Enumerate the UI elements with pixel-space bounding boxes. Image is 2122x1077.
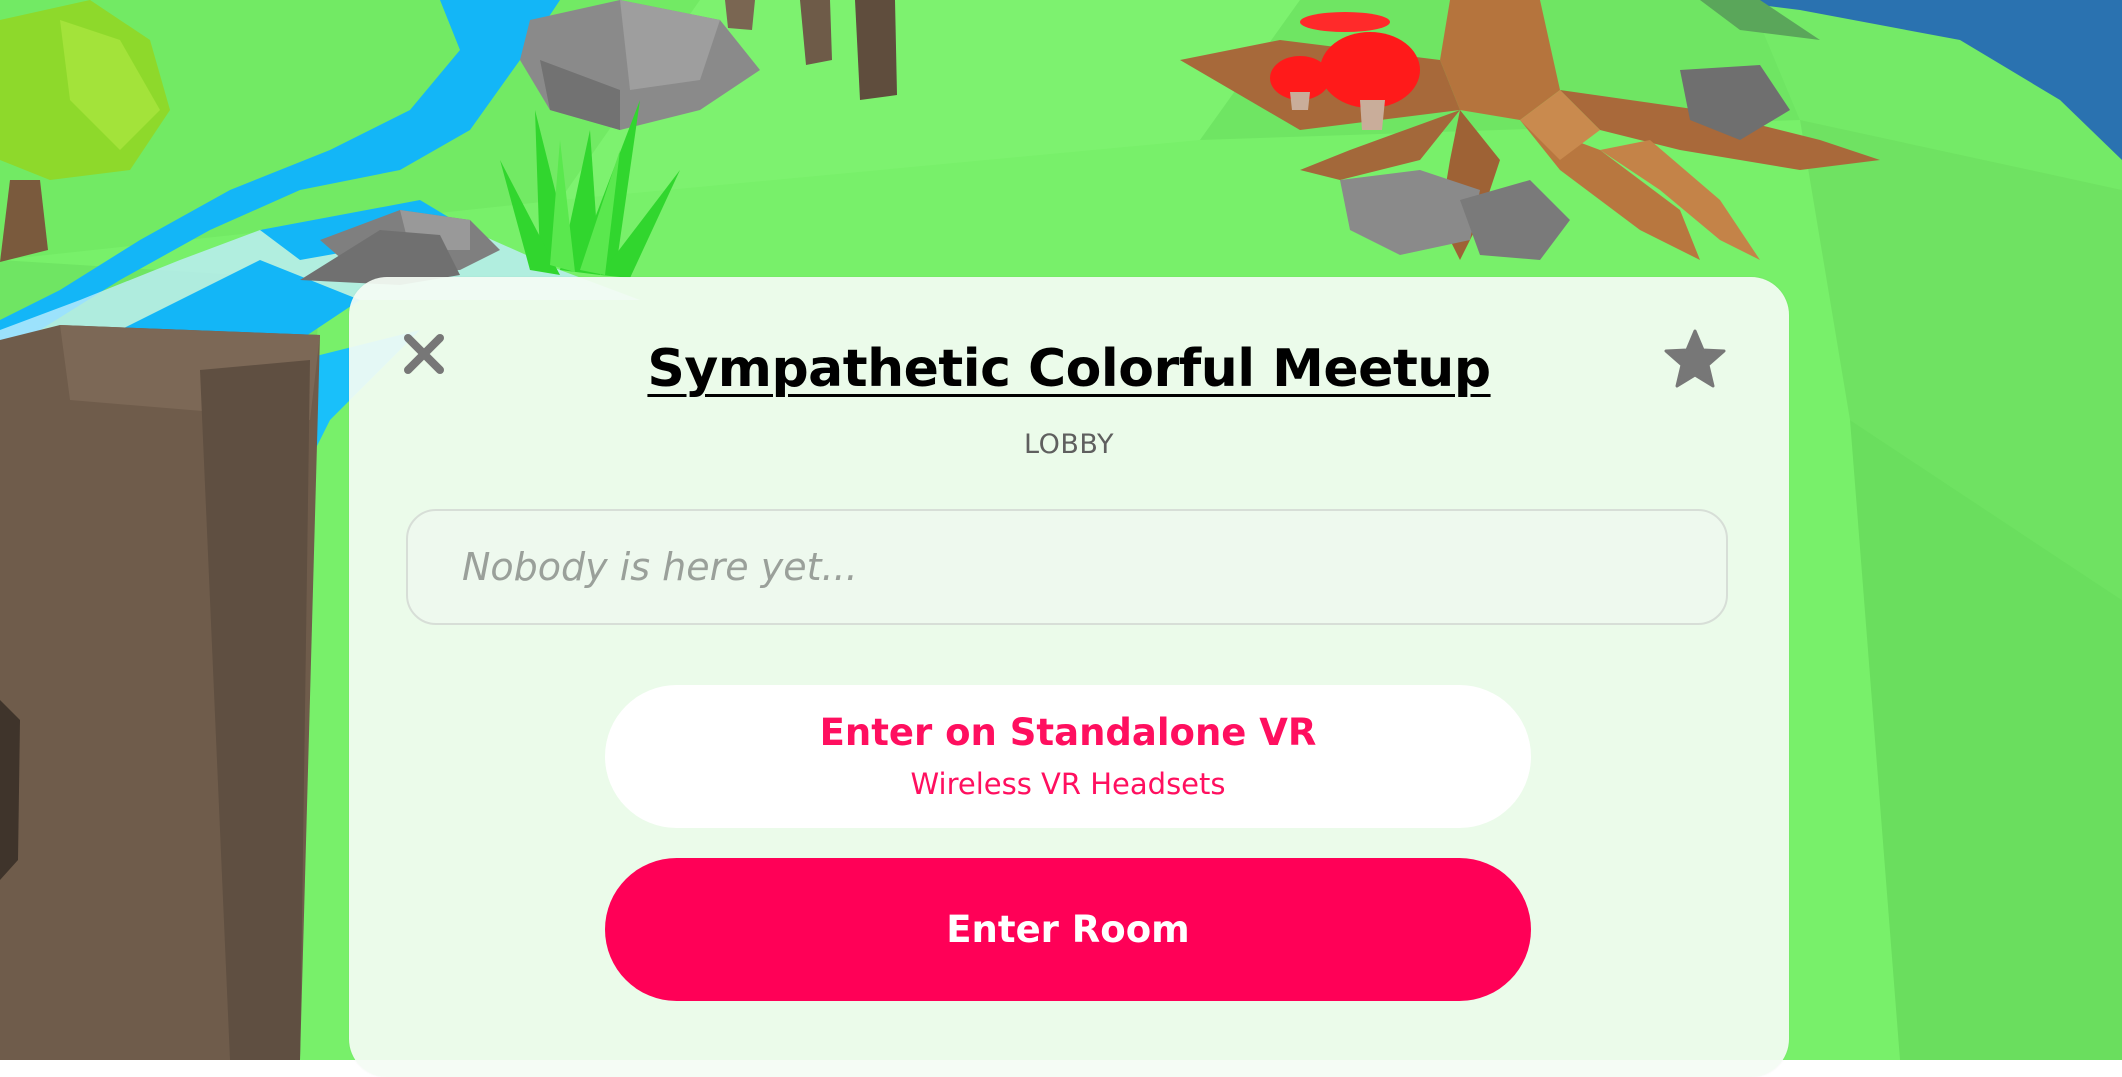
enter-room-label: Enter Room <box>946 908 1190 951</box>
presence-placeholder: Nobody is here yet... <box>462 545 858 589</box>
presence-list: Nobody is here yet... <box>406 509 1728 625</box>
room-subtitle: LOBBY <box>1024 429 1114 460</box>
room-title[interactable]: Sympathetic Colorful Meetup <box>349 339 1789 399</box>
vr-button-label: Enter on Standalone VR <box>819 711 1317 754</box>
enter-room-button[interactable]: Enter Room <box>605 858 1531 1001</box>
vr-button-sublabel: Wireless VR Headsets <box>910 767 1226 801</box>
room-entry-dialog: Sympathetic Colorful Meetup LOBBY Nobody… <box>349 277 1789 1077</box>
enter-standalone-vr-button[interactable]: Enter on Standalone VR Wireless VR Heads… <box>605 685 1531 828</box>
